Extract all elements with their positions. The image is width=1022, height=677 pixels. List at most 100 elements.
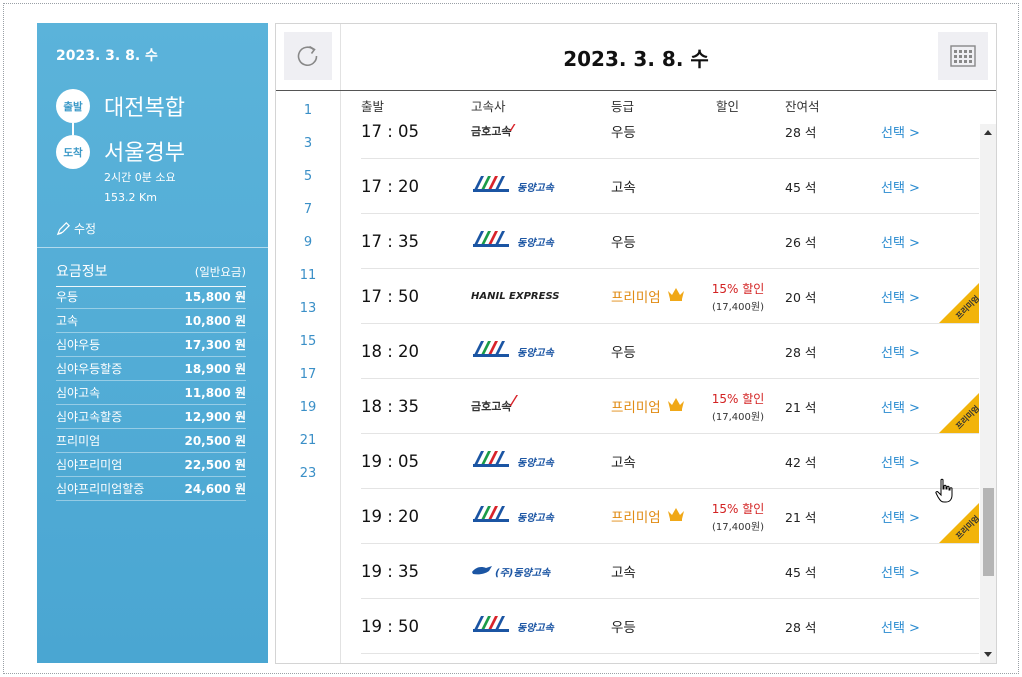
departure-badge: 출발 [56,89,90,123]
schedule-row: 18 : 20 동양고속 우등 28 석 선택 > [361,324,979,379]
discount-price: (17,400원) [712,411,764,423]
fare-name: 우등 [56,290,79,304]
scroll-down-button[interactable] [980,647,996,663]
company-logo-kumho: 금호고속 ⁄ [471,392,515,414]
dongyang-stripes-icon [471,615,513,637]
select-button[interactable]: 선택 > [881,324,920,378]
calendar-icon [950,45,976,67]
hour-link[interactable]: 17 [276,364,340,397]
refresh-button[interactable] [284,32,332,80]
company-name: 동양고속 [517,237,554,249]
discount-price: (17,400원) [712,521,764,533]
dongyang-stripes-icon [471,340,513,362]
fare-row: 심야우등 17,300 원 [56,333,246,357]
fare-price: 12,900 원 [184,410,246,424]
departure-terminal: 대전복합 [104,96,185,121]
calendar-button[interactable] [938,32,988,80]
dongyang-stripes-icon [471,230,513,252]
grade-label: 우등 [611,620,636,636]
discount: 15% 할인 (17,400원) [707,489,769,543]
fare-name: 고속 [56,314,79,328]
fare-row: 심야우등할증 18,900 원 [56,357,246,381]
select-button[interactable]: 선택 > [881,159,920,213]
hour-link[interactable]: 23 [276,463,340,496]
bus-grade: 프리미엄 [611,489,685,543]
bus-grade: 고속 [611,434,636,488]
company: 동양고속 [471,434,554,488]
fare-subtitle: (일반요금) [194,265,246,279]
remaining-seats: 21 석 [785,399,817,415]
scrollbar-thumb[interactable] [983,488,994,576]
select-button[interactable]: 선택 > [881,214,920,268]
kumho-mark-icon: ⁄ [512,124,515,135]
hour-link[interactable]: 1 [276,100,340,133]
hour-link[interactable]: 5 [276,166,340,199]
discount-rate: 15% 할인 [711,501,765,516]
fare-row: 심야고속 11,800 원 [56,381,246,405]
greyhound-icon [472,566,492,575]
hour-link[interactable]: 7 [276,199,340,232]
select-button[interactable]: 선택 > [881,124,920,158]
remaining-seats: 21 석 [785,509,817,525]
remaining-seats: 42 석 [785,454,817,470]
discount: 15% 할인 (17,400원) [707,379,769,433]
company-logo-dongyang: 동양고속 [471,450,554,472]
fare-name: 심야고속 [56,386,101,400]
remaining-seats: 45 석 [785,564,817,580]
bus-grade: 우등 [611,599,636,653]
select-button[interactable]: 선택 > [881,434,920,488]
hour-link[interactable]: 19 [276,397,340,430]
select-button[interactable]: 선택 > [881,544,920,598]
schedule-row: 17 : 35 동양고속 우등 26 석 선택 > [361,214,979,269]
company-logo-hanil: HANIL EXPRESS [471,291,560,302]
premium-ribbon: 프리미엄 [939,269,979,323]
hour-link[interactable]: 15 [276,331,340,364]
company-name: 동양고속 [517,182,554,194]
company: (주)동양고속 [471,544,550,598]
hour-selector: 1 3 5 7 9 11 13 15 17 19 21 23 [276,100,340,496]
departure-time: 17 : 35 [361,231,420,251]
col-grade: 등급 [611,99,635,114]
scrollbar[interactable] [980,124,996,663]
company: 금호고속 ⁄ [471,124,515,158]
select-button[interactable]: 선택 > [881,269,920,323]
departure-time: 19 : 50 [361,616,420,636]
departure-time: 18 : 35 [361,396,420,416]
fare-price: 18,900 원 [184,362,246,376]
fare-name: 심야우등 [56,338,101,352]
bus-grade: 고속 [611,159,636,213]
hour-link[interactable]: 11 [276,265,340,298]
company-logo-dongyang: 동양고속 [471,230,554,252]
schedule-date: 2023. 3. 8. 수 [563,46,709,71]
remaining-seats: 28 석 [785,124,817,140]
dongyang-stripes-icon [471,175,513,197]
grade-label: 프리미엄 [611,510,661,526]
company: 동양고속 [471,324,554,378]
crown-icon [667,507,685,525]
grade-label: 고속 [611,565,636,581]
fare-price: 15,800 원 [184,290,246,304]
company-name: 동양고속 [517,457,554,469]
departure-time: 18 : 20 [361,341,420,361]
remaining-seats: 45 석 [785,179,817,195]
departure-time: 19 : 20 [361,506,420,526]
hour-link[interactable]: 13 [276,298,340,331]
route-connector [72,123,74,135]
hour-link[interactable]: 9 [276,232,340,265]
scroll-up-button[interactable] [980,124,996,140]
fare-price: 10,800 원 [184,314,246,328]
hour-link[interactable]: 3 [276,133,340,166]
fare-price: 22,500 원 [184,458,246,472]
select-button[interactable]: 선택 > [881,379,920,433]
company: 동양고속 [471,159,554,213]
arrival-badge: 도착 [56,135,90,169]
hour-link[interactable]: 21 [276,430,340,463]
bus-grade: 우등 [611,124,636,158]
company-name: 동양고속 [517,622,554,634]
bus-grade: 프리미엄 [611,269,685,323]
select-button[interactable]: 선택 > [881,599,920,653]
select-button[interactable]: 선택 > [881,489,920,543]
company-name: 동양고속 [517,347,554,359]
edit-route-button[interactable]: 수정 [56,220,96,237]
grade-label: 고속 [611,180,636,196]
